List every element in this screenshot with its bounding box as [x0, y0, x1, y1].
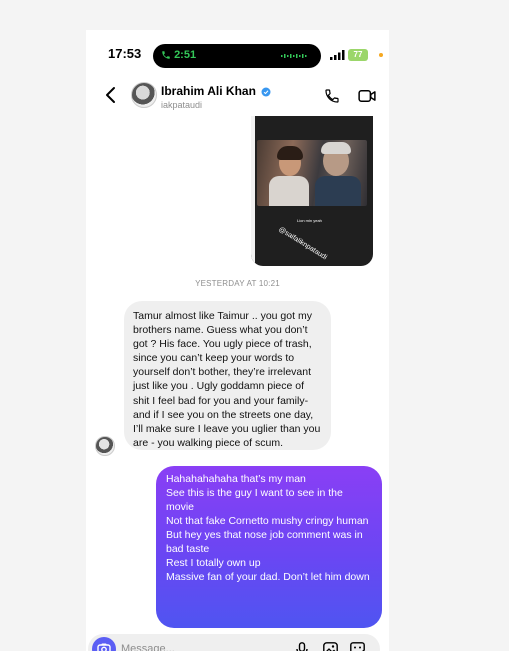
media-edge	[251, 116, 255, 266]
sent-message-line: Rest I totally own up	[166, 557, 261, 569]
conversation-header: Ibrahim Ali Khan iakpataudi	[86, 76, 389, 116]
sender-avatar[interactable]	[95, 436, 115, 456]
message-composer[interactable]: Message...	[88, 634, 380, 651]
gallery-icon[interactable]	[323, 642, 338, 651]
sent-message-line: See this is the guy I want to see in the…	[166, 487, 343, 513]
phone-call-icon	[162, 51, 170, 59]
contact-name[interactable]: Ibrahim Ali Khan	[161, 84, 271, 98]
sent-message-line: But hey yes that nose job comment was in…	[166, 529, 363, 555]
camera-button[interactable]	[92, 637, 116, 651]
call-timer: 2:51	[174, 49, 197, 61]
privacy-indicator-dot	[379, 53, 383, 57]
sent-message-bubble[interactable]: Hahahahahaha that’s my man See this is t…	[156, 466, 382, 628]
contact-avatar[interactable]	[131, 82, 157, 108]
camera-icon	[97, 643, 111, 651]
reel-thumbnail: Lion min yeah	[257, 140, 367, 223]
battery-indicator: 77	[348, 49, 368, 61]
received-message-bubble[interactable]: Tamur almost like Taimur .. you got my b…	[124, 301, 331, 450]
contact-name-text: Ibrahim Ali Khan	[161, 84, 256, 98]
reel-caption	[265, 116, 359, 122]
message-timestamp: YESTERDAY AT 10:21	[195, 279, 280, 288]
contact-handle: iakpataudi	[161, 100, 203, 110]
status-bar: 17:53 2:51 77	[86, 44, 389, 68]
dynamic-island[interactable]: 2:51	[153, 44, 321, 68]
verified-badge-icon	[261, 87, 271, 97]
status-time: 17:53	[108, 46, 142, 61]
back-chevron-icon[interactable]	[104, 86, 116, 104]
message-input[interactable]: Message...	[121, 643, 175, 651]
chat-screen: 17:53 2:51 77 Ibrahim Ali Khan iakpataud…	[86, 30, 389, 651]
sent-message-line: Not that fake Cornetto mushy cringy huma…	[166, 515, 369, 527]
cellular-signal-icon	[330, 50, 345, 60]
sticker-icon[interactable]	[350, 642, 365, 651]
microphone-icon[interactable]	[296, 642, 308, 651]
shared-reel-preview[interactable]: Lion min yeah @saifaliknpataudi	[251, 116, 373, 266]
video-call-icon[interactable]	[358, 89, 376, 103]
sent-message-line: Hahahahahaha that’s my man	[166, 473, 306, 485]
reel-subtitle: Lion min yeah	[297, 218, 322, 223]
reel-mention-tag: @saifaliknpataudi	[277, 226, 328, 262]
ongoing-call-indicator[interactable]: 2:51	[161, 49, 196, 61]
audio-call-icon[interactable]	[324, 88, 340, 104]
sent-message-line: Massive fan of your dad. Don’t let him d…	[166, 571, 370, 583]
audio-waveform-icon	[281, 54, 307, 58]
